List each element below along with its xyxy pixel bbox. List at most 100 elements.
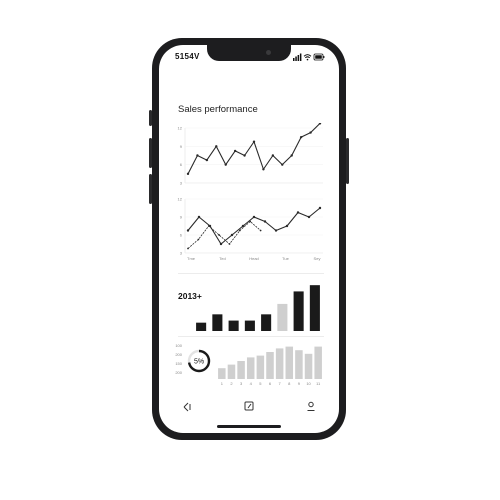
line2-data-point: [238, 229, 241, 232]
status-icons: [293, 53, 325, 61]
line1-series-line-0: [187, 123, 321, 175]
line1-data-point: [252, 140, 256, 143]
line2-data-point: [219, 242, 223, 246]
x-tick-label: Ted: [219, 256, 225, 261]
profile-icon[interactable]: [305, 400, 317, 412]
line2-data-point: [252, 215, 256, 219]
line2-data-point: [230, 233, 234, 237]
bar: [295, 350, 303, 379]
line2-data-point: [228, 243, 231, 245]
line1-data-point: [262, 168, 265, 171]
bar: [309, 285, 320, 331]
signal-icon: [293, 53, 302, 61]
bar: [246, 357, 255, 379]
y-tick-label: 12: [178, 197, 183, 202]
page-title: Sales performance: [178, 104, 258, 115]
tab-bar: [159, 393, 339, 419]
x-tick-label: 11: [316, 381, 321, 386]
line2-data-point: [274, 229, 278, 232]
line1-data-point: [271, 154, 275, 157]
volume-up-button[interactable]: [149, 138, 152, 168]
line1-data-point: [233, 149, 237, 153]
line-chart-1: 12 9 6 3: [173, 123, 325, 189]
edit-icon[interactable]: [243, 400, 255, 412]
x-tick-label: Tme: [187, 256, 196, 261]
bar: [244, 320, 255, 331]
y-tick-label: 12: [178, 126, 183, 131]
y-tick-label: 9: [180, 215, 183, 220]
bar: [256, 355, 265, 379]
x-tick-label: 9: [298, 381, 301, 386]
mute-switch: [149, 110, 152, 126]
line1-data-point: [299, 135, 303, 139]
line2-data-point: [186, 229, 190, 232]
y-tick-label: 3: [180, 251, 183, 256]
y-tick-label: 6: [180, 162, 183, 167]
y-tick-label: 3: [180, 181, 183, 186]
line2-data-point: [197, 215, 201, 219]
line1-data-point: [205, 158, 209, 162]
divider: [178, 273, 324, 274]
bar: [227, 364, 236, 379]
bar: [218, 368, 226, 379]
line2-series-line-0: [187, 207, 321, 245]
bar: [285, 346, 294, 379]
x-tick-label: 8: [288, 381, 291, 386]
line2-data-point: [197, 238, 200, 241]
status-bar: 5154V: [159, 45, 339, 71]
battery-icon: [313, 53, 325, 61]
line2-data-point: [318, 206, 322, 210]
x-tick-label: 4: [250, 381, 253, 386]
bar: [277, 303, 288, 331]
y-tick-label: 6: [180, 233, 183, 238]
y-tick-label: 9: [180, 144, 183, 149]
home-icon[interactable]: [181, 400, 193, 412]
line2-data-point: [259, 229, 262, 232]
x-tick-label: 6: [269, 381, 272, 386]
line1-data-point: [281, 163, 284, 166]
bar-chart-1: [173, 277, 325, 333]
divider: [178, 336, 324, 337]
line1-data-point: [243, 154, 246, 157]
x-tick-label: 2: [230, 381, 233, 386]
bar: [212, 314, 223, 331]
x-tick-label: 5: [259, 381, 262, 386]
line1-data-point: [224, 163, 227, 166]
phone-screen: 5154V Sales performance 12 9 6 3 12 9 6 …: [159, 45, 339, 433]
x-tick-label: Tue: [282, 256, 290, 261]
bar: [304, 353, 313, 379]
x-tick-label: 3: [240, 381, 243, 386]
line-chart-2: 12 9 6 3 Tme Ted Head Tue Sey: [173, 195, 325, 267]
bar: [196, 322, 207, 331]
donut-label: 5%: [194, 359, 204, 366]
bar: [314, 346, 322, 379]
line1-data-point: [215, 145, 218, 148]
line2-data-point: [241, 224, 245, 228]
x-tick-label: Head: [249, 256, 259, 261]
bar: [266, 352, 274, 379]
x-tick-label: 1: [221, 381, 224, 386]
power-button[interactable]: [346, 138, 349, 184]
home-indicator[interactable]: [217, 425, 281, 428]
y-tick-label: 200: [175, 370, 182, 375]
line1-data-point: [309, 131, 312, 134]
line2-data-point: [263, 220, 267, 223]
bar: [275, 348, 284, 379]
y-tick-label: 150: [175, 361, 182, 366]
bar: [237, 361, 245, 379]
y-tick-label: 100: [175, 343, 182, 348]
x-tick-label: 10: [306, 381, 311, 386]
line2-data-point: [296, 211, 300, 214]
volume-down-button[interactable]: [149, 174, 152, 204]
bar: [228, 320, 239, 331]
line2-data-point: [207, 225, 210, 227]
wifi-icon: [303, 54, 312, 61]
line1-data-point: [196, 154, 199, 157]
line2-data-point: [307, 215, 311, 219]
line1-data-point: [186, 172, 190, 176]
bar-chart-2: 100 200 150 200 5% 1 2 3 4 5 6 7 8 9 10 11: [173, 339, 325, 387]
phone-frame: 5154V Sales performance 12 9 6 3 12 9 6 …: [149, 38, 349, 440]
line2-data-point: [187, 247, 189, 250]
x-tick-label: 7: [279, 381, 282, 386]
status-time: 5154V: [175, 52, 200, 61]
